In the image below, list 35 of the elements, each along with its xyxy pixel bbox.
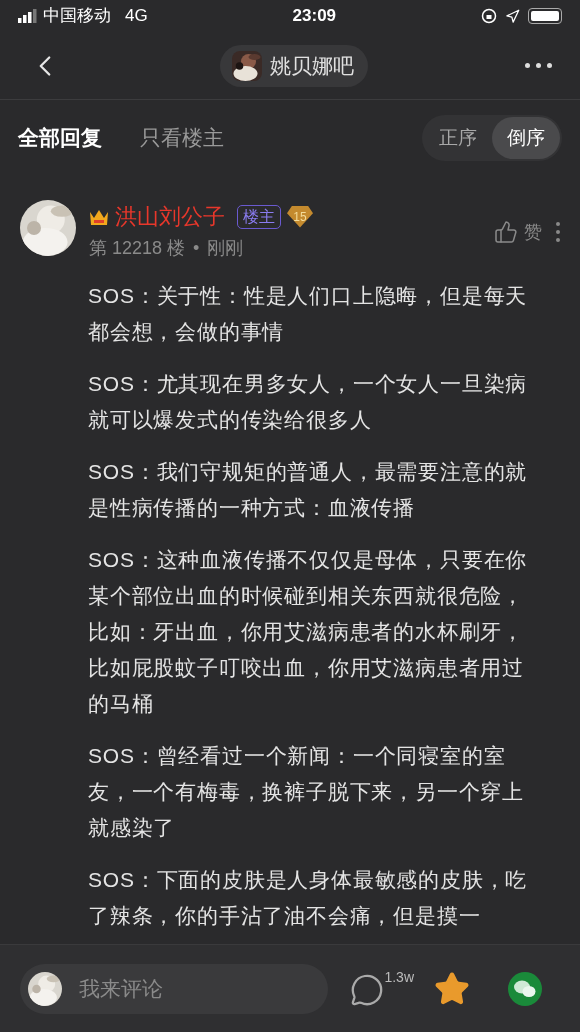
level-badge: 15 [287, 205, 313, 228]
author-badge: 楼主 [237, 204, 281, 229]
floor-number: 第 12218 楼 [89, 237, 186, 260]
clock: 23:09 [292, 5, 337, 28]
post-paragraph: SOS：关于性：性是人们口上隐晦，但是每天都会想，会做的事情 [88, 283, 529, 345]
thumbs-up-icon [494, 220, 518, 244]
like-button[interactable]: 赞 [494, 214, 542, 250]
rotation-lock-icon [481, 8, 497, 24]
comment-box[interactable]: 我来评论 [20, 963, 328, 1014]
network-type: 4G [125, 5, 148, 28]
filter-tab[interactable]: 只看楼主 [140, 122, 224, 154]
post-time: 刚刚 [207, 237, 244, 260]
post-paragraph: SOS：我们守规矩的普通人，最需要注意的就是性病传播的一种方式：血液传播 [88, 459, 529, 521]
share-button[interactable] [508, 971, 542, 1006]
separator-dot: • [193, 237, 200, 260]
comment-icon [350, 972, 385, 1007]
sort-option[interactable]: 倒序 [492, 117, 560, 159]
forum-chip[interactable]: 姚贝娜吧 [219, 44, 368, 87]
comment-field[interactable]: 我来评论 [79, 972, 299, 1005]
filter-tab[interactable]: 全部回复 [18, 122, 102, 154]
favorite-button[interactable] [434, 970, 470, 1007]
sort-option[interactable]: 正序 [424, 117, 492, 159]
post-paragraph: SOS：尤其现在男多女人，一个女人一旦染病就可以爆发式的传染给很多人 [88, 371, 529, 433]
battery-icon [528, 8, 562, 24]
more-button[interactable] [525, 63, 552, 68]
star-icon [434, 970, 470, 1007]
location-icon [505, 8, 520, 24]
chat-bubbles-icon [514, 979, 536, 998]
post-paragraph: SOS：下面的皮肤是人身体最敏感的皮肤，吃了辣条，你的手沾了油不会痛，但是摸一 [88, 867, 529, 929]
post-paragraph: SOS：这种血液传播不仅仅是母体，只要在你某个部位出血的时候碰到相关东西就很危险，比如：牙出血，你用艾滋病患者的水杯刷牙，比如屁股蚊子叮咬出血，你用艾滋病患者用过的马桶 [88, 547, 529, 717]
post-paragraph: SOS：曾经看过一个新闻：一个同寝室的室友，一个有梅毒，换裤子脱下来，另一个穿上就感染了 [88, 743, 525, 841]
signal-icon [18, 9, 38, 23]
carrier: 中国移动 [43, 5, 111, 28]
comments-button[interactable]: 1.3w [350, 968, 414, 1009]
more-icon [556, 222, 560, 242]
